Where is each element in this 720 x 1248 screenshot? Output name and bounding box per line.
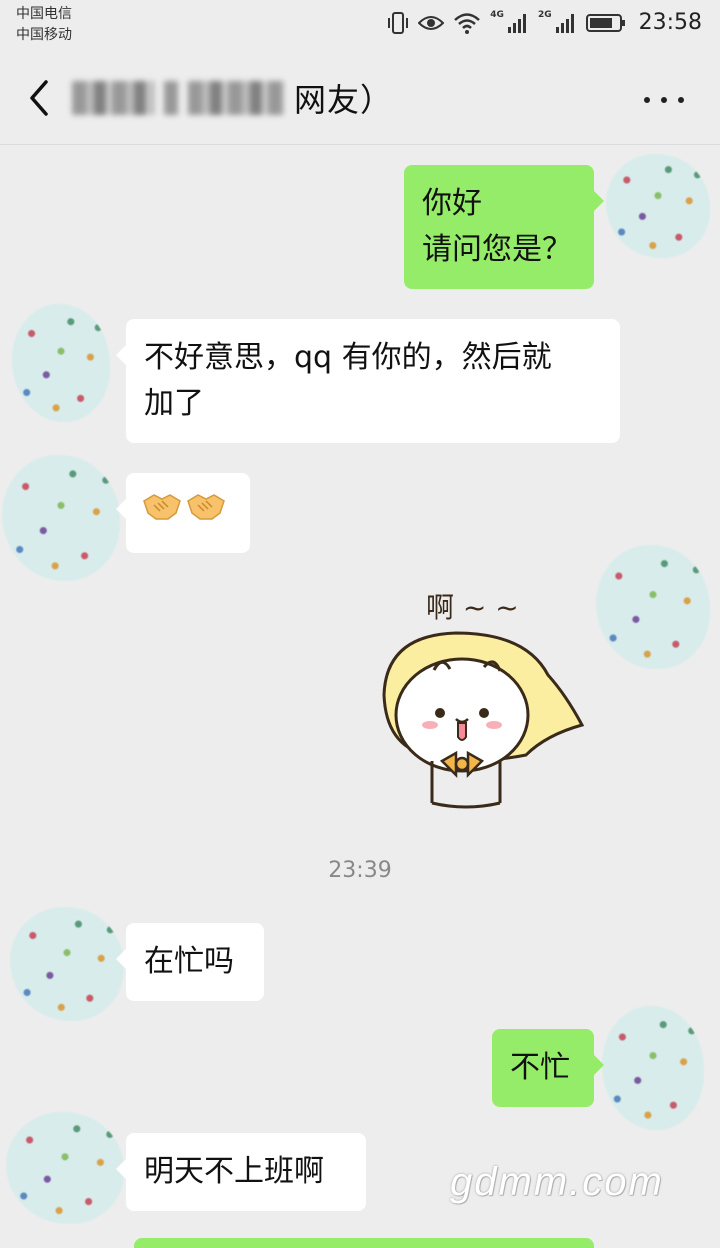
my-avatar[interactable] xyxy=(606,154,710,258)
status-bar: 中国电信 中国移动 4G 2G 23:58 xyxy=(0,0,720,48)
blurred-name-part-1 xyxy=(72,81,154,115)
signal-icon-2 xyxy=(555,13,574,33)
message-bubble-in[interactable]: 在忙吗 xyxy=(116,923,264,1001)
message-bubble-out-partial[interactable] xyxy=(134,1238,594,1248)
message-bubble-out[interactable]: 不忙 xyxy=(492,1029,604,1107)
more-dot xyxy=(661,97,667,103)
blurred-name-part-3 xyxy=(188,81,284,115)
message-bubble-in[interactable]: 明天不上班啊 xyxy=(116,1133,366,1211)
chevron-left-icon xyxy=(30,80,48,116)
my-avatar[interactable] xyxy=(596,545,710,669)
contact-avatar[interactable] xyxy=(2,455,120,581)
signal-icon-1 xyxy=(507,13,526,33)
message-text: 在忙吗 xyxy=(144,944,234,979)
eye-icon xyxy=(418,15,445,30)
sticker-caption: 啊 ~ ~ xyxy=(426,591,519,624)
message-bubble-out[interactable]: 你好 请问您是？ xyxy=(404,165,604,289)
vibrate-icon xyxy=(388,11,409,34)
battery-icon xyxy=(585,13,625,32)
message-text: 你好 xyxy=(422,186,482,221)
handshake-icon xyxy=(143,494,181,520)
contact-avatar[interactable] xyxy=(10,907,124,1021)
network-type-1: 4G xyxy=(490,9,504,20)
status-icons: 4G 2G 23:58 xyxy=(387,10,702,35)
handshake-icon xyxy=(187,494,225,520)
message-text: 请问您是？ xyxy=(422,232,572,267)
contact-avatar[interactable] xyxy=(12,304,110,422)
message-text: 加了 xyxy=(144,386,204,421)
clock: 23:58 xyxy=(638,10,702,35)
chat-title-text: 网友） xyxy=(294,81,394,119)
message-text: 不忙 xyxy=(510,1050,570,1085)
carrier-2: 中国移动 xyxy=(16,27,72,43)
more-options-button[interactable] xyxy=(644,90,684,110)
more-dot xyxy=(678,97,684,103)
wifi-icon xyxy=(454,12,481,34)
contact-avatar[interactable] xyxy=(6,1112,124,1224)
message-text: 明天不上班啊 xyxy=(144,1154,324,1189)
blurred-name-part-2 xyxy=(164,81,178,115)
cat-sticker-image: 啊 ~ ~ xyxy=(382,591,585,809)
chat-timestamp: 23:39 xyxy=(328,858,392,883)
cat-sticker[interactable]: 啊 ~ ~ xyxy=(376,585,588,815)
chat-header: 网友） xyxy=(0,52,720,145)
watermark: gdmm.com xyxy=(450,1160,664,1204)
more-dot xyxy=(644,97,650,103)
message-text: 不好意思，qq 有你的，然后就 xyxy=(144,340,552,375)
back-button[interactable] xyxy=(22,76,62,120)
chat-title: 网友） xyxy=(72,76,393,120)
carrier-1: 中国电信 xyxy=(16,6,72,22)
network-type-2: 2G xyxy=(537,9,552,20)
message-bubble-in[interactable]: 不好意思，qq 有你的，然后就 加了 xyxy=(116,319,620,443)
message-bubble-in[interactable] xyxy=(116,473,250,553)
my-avatar[interactable] xyxy=(602,1006,704,1130)
